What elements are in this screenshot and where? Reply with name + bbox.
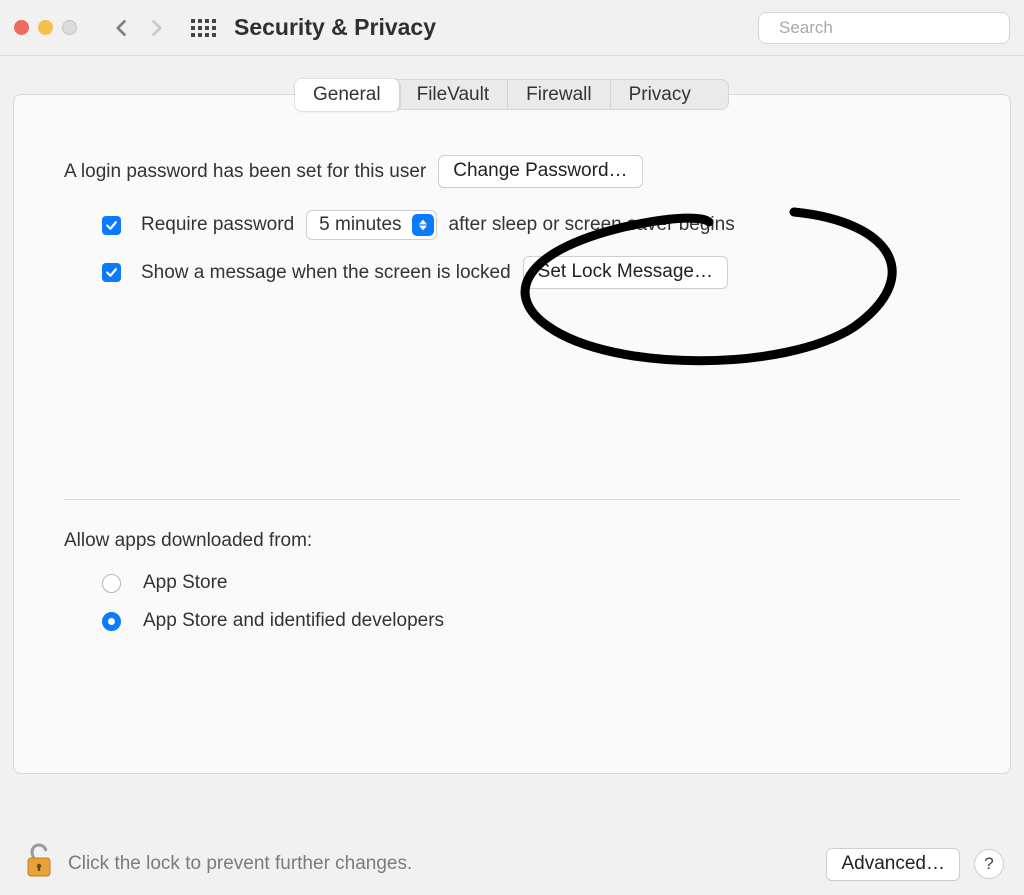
advanced-button[interactable]: Advanced… <box>826 848 960 881</box>
window-toolbar: Security & Privacy <box>0 0 1024 56</box>
lock-icon[interactable] <box>24 842 54 886</box>
show-all-prefs-icon[interactable] <box>191 19 216 37</box>
lock-hint-text: Click the lock to prevent further change… <box>68 853 412 875</box>
general-pane: A login password has been set for this u… <box>13 94 1011 774</box>
show-lock-message-label: Show a message when the screen is locked <box>141 262 511 284</box>
allow-apps-heading: Allow apps downloaded from: <box>64 530 960 552</box>
traffic-lights <box>14 20 77 35</box>
login-password-row: A login password has been set for this u… <box>64 155 960 188</box>
footer: Click the lock to prevent further change… <box>0 833 1024 895</box>
tab-firewall[interactable]: Firewall <box>508 80 610 109</box>
require-password-delay-select[interactable]: 5 minutes <box>306 210 436 240</box>
set-lock-message-button[interactable]: Set Lock Message… <box>523 256 728 289</box>
radio-app-store-row[interactable]: App Store <box>102 572 960 594</box>
require-password-delay-value: 5 minutes <box>319 214 401 236</box>
radio-app-store-label: App Store <box>143 572 228 594</box>
login-password-label: A login password has been set for this u… <box>64 161 426 183</box>
select-stepper-icon <box>412 214 434 236</box>
tab-filevault[interactable]: FileVault <box>399 80 509 109</box>
require-password-checkbox[interactable] <box>102 216 121 235</box>
radio-identified-developers[interactable] <box>102 612 121 631</box>
tab-general[interactable]: General <box>295 79 400 111</box>
search-input[interactable] <box>777 17 1002 39</box>
help-button[interactable]: ? <box>974 849 1004 879</box>
show-lock-message-row: Show a message when the screen is locked… <box>102 256 960 289</box>
require-password-row: Require password 5 minutes after sleep o… <box>102 210 960 240</box>
window-title: Security & Privacy <box>234 14 436 41</box>
radio-identified-label: App Store and identified developers <box>143 610 444 632</box>
zoom-window-button[interactable] <box>62 20 77 35</box>
divider <box>64 499 960 500</box>
radio-identified-row[interactable]: App Store and identified developers <box>102 610 960 632</box>
minimize-window-button[interactable] <box>38 20 53 35</box>
radio-app-store[interactable] <box>102 574 121 593</box>
back-button[interactable] <box>105 11 139 45</box>
forward-button[interactable] <box>139 11 173 45</box>
close-window-button[interactable] <box>14 20 29 35</box>
search-field[interactable] <box>758 12 1010 44</box>
tab-bar: General FileVault Firewall Privacy <box>295 79 729 110</box>
require-password-label-left: Require password <box>141 214 294 236</box>
change-password-button[interactable]: Change Password… <box>438 155 642 188</box>
require-password-label-right: after sleep or screen saver begins <box>449 214 735 236</box>
show-lock-message-checkbox[interactable] <box>102 263 121 282</box>
tab-privacy[interactable]: Privacy <box>611 80 709 109</box>
